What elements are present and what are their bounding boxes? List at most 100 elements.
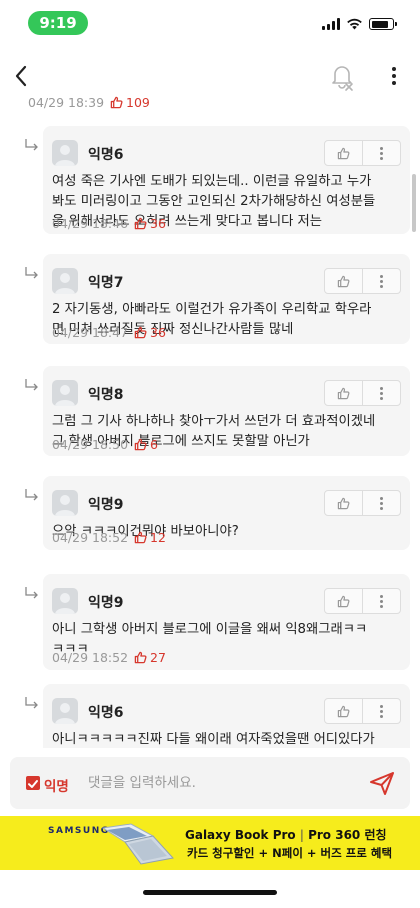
reply-meta: 04/29 18:52 27 <box>52 650 166 665</box>
thumbs-up-icon <box>134 438 147 451</box>
like-button[interactable] <box>325 269 362 293</box>
home-indicator[interactable] <box>143 890 277 895</box>
reply-timestamp: 04/29 18:50 <box>52 437 129 452</box>
anonymous-label[interactable]: 익명 <box>44 775 69 795</box>
like-button[interactable] <box>325 699 362 723</box>
reply-menu-button[interactable] <box>362 699 400 723</box>
reply-likes: 36 <box>134 325 166 340</box>
reply-meta: 04/29 18:50 6 <box>52 437 158 452</box>
more-vertical-icon <box>380 146 383 160</box>
more-vertical-icon <box>380 274 383 288</box>
thumbs-up-icon <box>134 326 147 339</box>
reply-bubble: 익명6 여성 죽은 기사엔 도배가 되있는데.. 이런글 유일하고 누가 봐도 … <box>43 126 410 234</box>
reply-menu-button[interactable] <box>362 491 400 515</box>
reply-menu-button[interactable] <box>362 269 400 293</box>
reply-menu-button[interactable] <box>362 141 400 165</box>
notification-off-button[interactable] <box>326 60 358 92</box>
reply-meta: 04/29 18:46 36 <box>52 216 166 231</box>
parent-comment-timestamp: 04/29 18:39 <box>28 95 105 110</box>
reply-bubble: 익명9 아니 그학생 아버지 블로그에 이글을 왜써 익8왜그래ㅋㅋ ㅋㅋㅋ 0… <box>43 574 410 670</box>
reply-author: 익명9 <box>88 595 124 611</box>
parent-comment-like-count: 109 <box>126 95 150 110</box>
reply-like-count: 36 <box>150 325 166 340</box>
reply-like-count: 12 <box>150 530 166 545</box>
comment-input-bar: 익명 <box>10 757 410 809</box>
scrollbar[interactable] <box>412 174 416 232</box>
avatar <box>52 588 78 614</box>
reply-arrow-icon <box>25 587 38 599</box>
reply-like-count: 27 <box>150 650 166 665</box>
more-vertical-icon <box>380 704 383 718</box>
status-bar: 9:19 <box>0 0 420 46</box>
avatar <box>52 380 78 406</box>
cellular-signal-icon <box>322 18 340 30</box>
reply-author: 익명9 <box>88 497 124 513</box>
more-options-button[interactable] <box>382 60 406 92</box>
like-button[interactable] <box>325 589 362 613</box>
reply-timestamp: 04/29 18:52 <box>52 650 129 665</box>
reply-meta: 04/29 18:47 36 <box>52 325 166 340</box>
thumbs-up-icon <box>337 705 350 717</box>
thumbs-up-icon <box>337 497 350 509</box>
reply-timestamp: 04/29 18:46 <box>52 216 129 231</box>
reply-bubble: 익명6 아니ㅋㅋㅋㅋㅋ진짜 다들 왜이래 여자죽었을땐 어디있다가 이제와서 이… <box>43 684 410 748</box>
reply-actions <box>324 140 401 166</box>
reply-text: 아니ㅋㅋㅋㅋㅋ진짜 다들 왜이래 여자죽었을땐 어디있다가 이제와서 이러냐고 … <box>52 732 375 747</box>
checkmark-icon <box>28 780 38 788</box>
reply-author: 익명6 <box>88 147 124 163</box>
status-icons <box>322 16 397 30</box>
like-button[interactable] <box>325 141 362 165</box>
anonymous-checkbox[interactable] <box>26 776 40 790</box>
like-button[interactable] <box>325 491 362 515</box>
reply-arrow-icon <box>25 267 38 279</box>
ad-title: Galaxy Book Pro | Pro 360 런칭 <box>185 826 387 843</box>
ad-banner[interactable]: SAMSUNG Galaxy Book Pro | Pro 360 런칭 카드 … <box>0 816 420 870</box>
reply-actions <box>324 380 401 406</box>
status-time: 9:19 <box>28 11 88 35</box>
reply-author: 익명7 <box>88 275 124 291</box>
comment-input[interactable] <box>88 771 358 795</box>
parent-comment-likes[interactable]: 109 <box>110 95 150 110</box>
thumbs-up-icon <box>134 651 147 664</box>
reply-meta: 04/29 18:52 12 <box>52 530 166 545</box>
reply-menu-button[interactable] <box>362 589 400 613</box>
reply-arrow-icon <box>25 379 38 391</box>
reply-likes: 6 <box>134 437 158 452</box>
send-icon <box>370 772 394 795</box>
reply-list: 익명6 여성 죽은 기사엔 도배가 되있는데.. 이런글 유일하고 누가 봐도 … <box>0 114 420 748</box>
more-vertical-icon <box>392 67 396 71</box>
thumbs-up-icon <box>337 387 350 399</box>
battery-level <box>371 20 388 28</box>
reply-arrow-icon <box>25 489 38 501</box>
reply-author: 익명6 <box>88 705 124 721</box>
ad-title-b: Pro 360 런칭 <box>308 828 387 842</box>
back-button[interactable] <box>6 60 36 92</box>
more-vertical-icon <box>380 594 383 608</box>
reply-arrow-icon <box>25 139 38 151</box>
thumbs-up-icon <box>110 96 123 109</box>
thumbs-up-icon <box>337 595 350 607</box>
reply-actions <box>324 698 401 724</box>
reply-like-count: 6 <box>150 437 158 452</box>
avatar <box>52 698 78 724</box>
ad-subtitle: 카드 청구할인 + N페이 + 버즈 프로 혜택 <box>187 846 393 860</box>
avatar <box>52 490 78 516</box>
thumbs-up-icon <box>337 147 350 159</box>
reply-likes: 12 <box>134 530 166 545</box>
reply-actions <box>324 490 401 516</box>
reply-author: 익명8 <box>88 387 124 403</box>
like-button[interactable] <box>325 381 362 405</box>
reply-menu-button[interactable] <box>362 381 400 405</box>
reply-bubble: 익명7 2 자기동생, 아빠라도 이럴건가 유가족이 우리학교 학우라 면 미쳐… <box>43 254 410 344</box>
reply-arrow-icon <box>25 697 38 709</box>
avatar <box>52 268 78 294</box>
parent-comment-meta: 04/29 18:39 109 <box>28 95 150 110</box>
thumbs-up-icon <box>134 531 147 544</box>
send-button[interactable] <box>368 770 396 796</box>
reply-bubble: 익명9 으악 ㅋㅋㅋ이건뭐야 바보아니야? 04/29 18:52 12 <box>43 476 410 550</box>
laptop-image <box>101 823 174 865</box>
thumbs-up-icon <box>134 217 147 230</box>
more-vertical-icon <box>380 496 383 510</box>
ad-title-a: Galaxy Book Pro <box>185 828 296 842</box>
reply-actions <box>324 268 401 294</box>
